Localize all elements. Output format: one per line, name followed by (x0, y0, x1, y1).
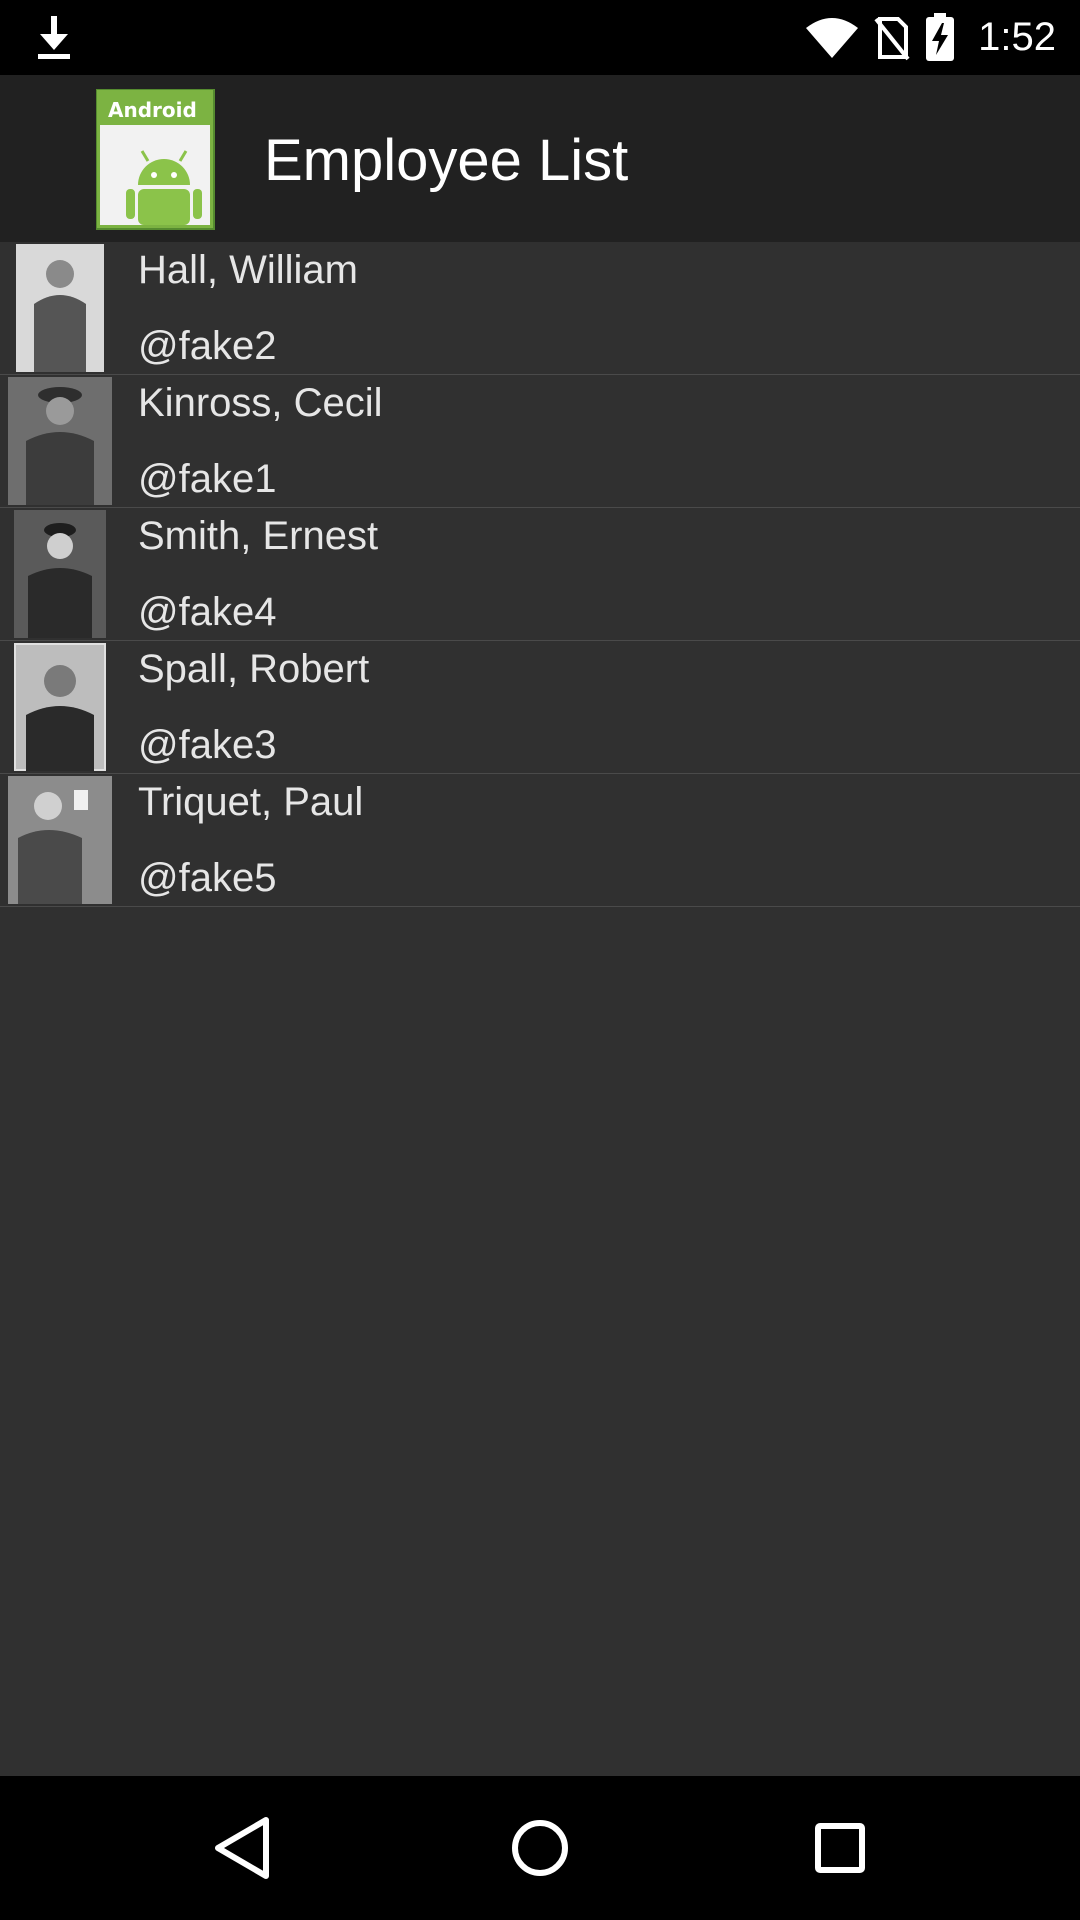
back-icon[interactable] (200, 1808, 280, 1888)
screen: 1:52 Android Employee List Hall, William… (0, 0, 1080, 1920)
employee-name: Kinross, Cecil (138, 381, 383, 425)
employee-name: Hall, William (138, 248, 358, 292)
page-title: Employee List (264, 128, 629, 193)
employee-name: Triquet, Paul (138, 780, 364, 824)
employee-name: Smith, Ernest (138, 514, 379, 558)
download-icon (38, 16, 70, 59)
employee-handle: @fake3 (138, 723, 277, 767)
employee-photo (16, 244, 104, 372)
employee-photo (14, 510, 106, 638)
status-time: 1:52 (978, 15, 1056, 59)
home-icon[interactable] (500, 1808, 580, 1888)
employee-list: Hall, William @fake2 Kinross, Cecil @fak… (0, 242, 1080, 907)
employee-name: Spall, Robert (138, 647, 370, 691)
list-item[interactable]: Kinross, Cecil @fake1 (0, 375, 1080, 508)
list-item[interactable]: Triquet, Paul @fake5 (0, 774, 1080, 907)
app-bar: Android Employee List (0, 75, 1080, 242)
employee-photo (8, 776, 112, 904)
list-item[interactable]: Hall, William @fake2 (0, 242, 1080, 375)
android-app-icon: Android (96, 89, 215, 230)
employee-handle: @fake5 (138, 856, 277, 900)
list-item[interactable]: Smith, Ernest @fake4 (0, 508, 1080, 641)
employee-handle: @fake2 (138, 324, 277, 368)
status-icons: 1:52 (804, 0, 1056, 75)
no-sim-icon (874, 16, 910, 60)
recents-icon[interactable] (800, 1808, 880, 1888)
employee-handle: @fake4 (138, 590, 277, 634)
battery-charging-icon (926, 12, 955, 61)
employee-photo (14, 643, 106, 771)
status-bar: 1:52 (0, 0, 1080, 75)
list-item[interactable]: Spall, Robert @fake3 (0, 641, 1080, 774)
employee-photo (8, 377, 112, 505)
nav-bar (0, 1776, 1080, 1920)
wifi-icon (806, 17, 859, 58)
app-icon-label: Android (108, 98, 197, 122)
employee-handle: @fake1 (138, 457, 277, 501)
